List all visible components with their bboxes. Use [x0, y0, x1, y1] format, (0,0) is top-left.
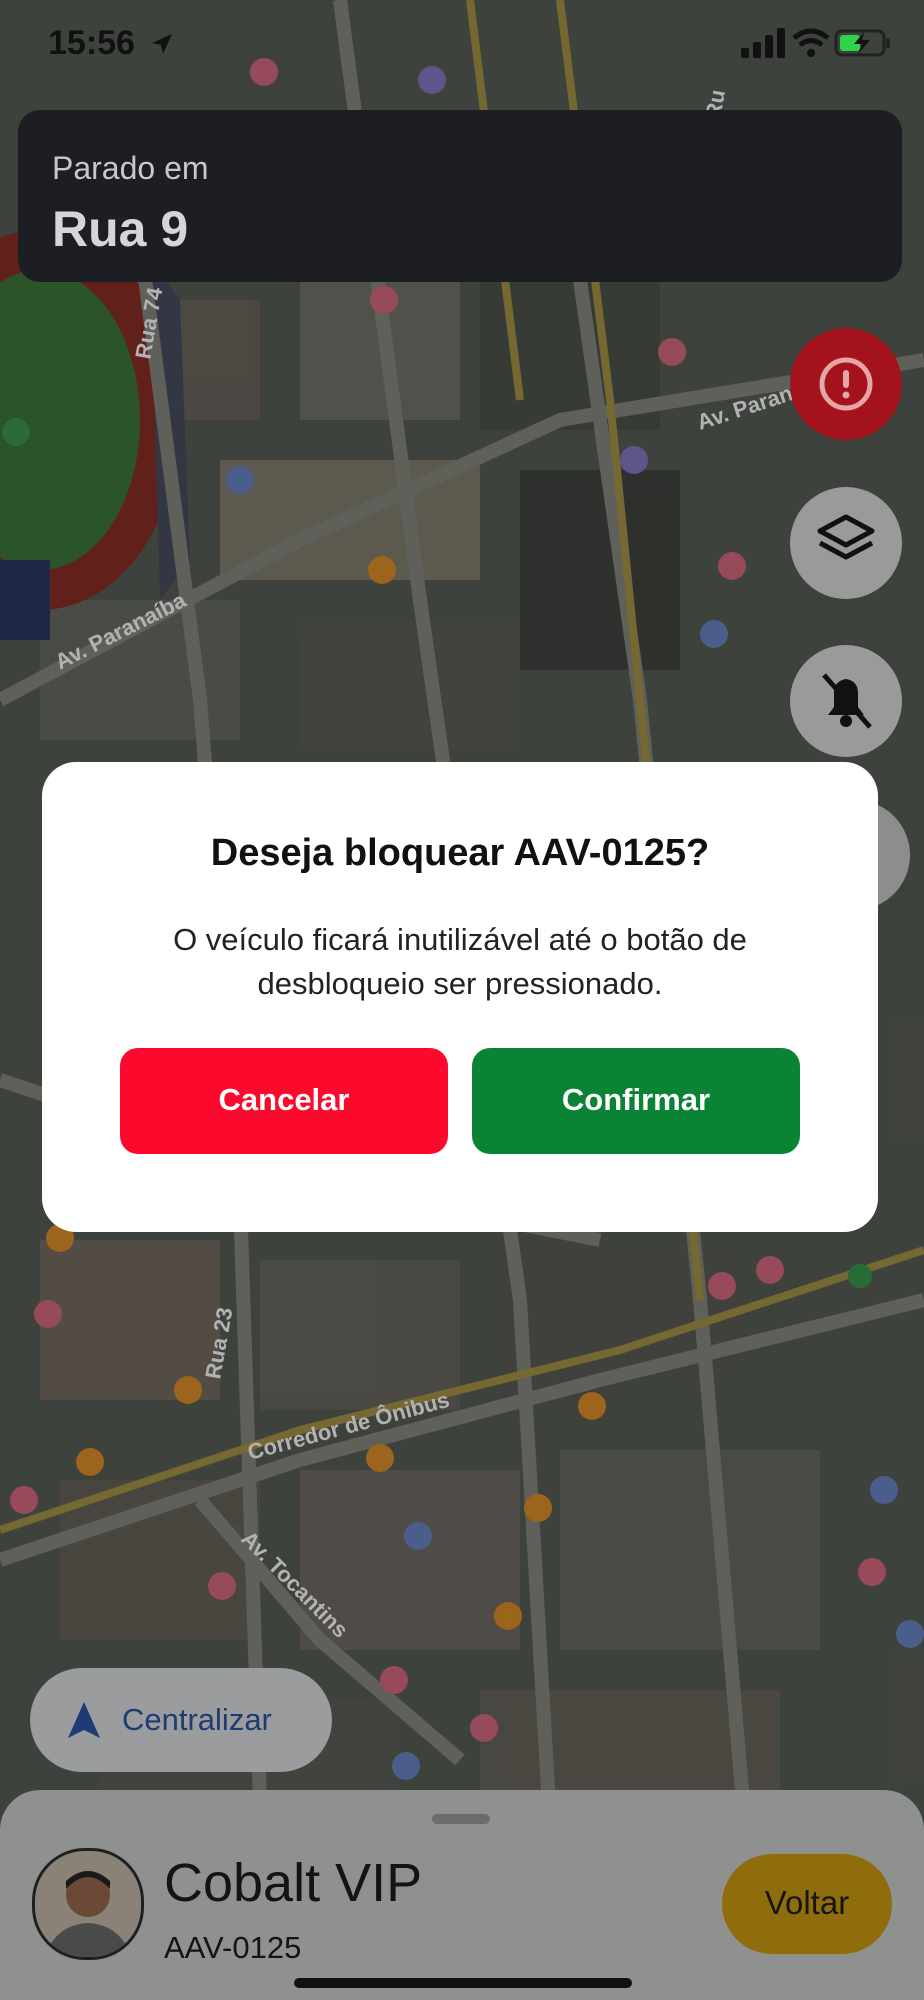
alert-button[interactable]: [790, 328, 902, 440]
center-map-button[interactable]: Centralizar: [30, 1668, 332, 1772]
location-card: Parado em Rua 9: [18, 110, 902, 282]
cancel-button[interactable]: Cancelar: [120, 1048, 448, 1154]
back-button[interactable]: Voltar: [722, 1854, 892, 1954]
home-indicator[interactable]: [294, 1978, 632, 1988]
cancel-button-label: Cancelar: [218, 1082, 350, 1117]
dialog-message: O veículo ficará inutilizável até o botã…: [173, 922, 747, 1001]
location-status-label: Parado em: [52, 150, 209, 186]
sheet-grabber[interactable]: [432, 1814, 490, 1824]
confirm-button[interactable]: Confirmar: [472, 1048, 800, 1154]
driver-avatar: [32, 1848, 144, 1960]
bell-slash-icon: [822, 673, 872, 729]
status-time: 15:56: [48, 24, 135, 62]
battery-charging-icon: [834, 29, 890, 57]
location-street: Rua 9: [52, 201, 189, 257]
layers-icon: [817, 514, 875, 560]
navigation-arrow-icon: [68, 1702, 100, 1738]
status-bar: 15:56: [0, 0, 924, 90]
vehicle-bottom-sheet[interactable]: Cobalt VIP AAV-0125 Voltar: [0, 1790, 924, 2000]
center-map-label: Centralizar: [122, 1702, 272, 1737]
signal-icon: [741, 28, 786, 58]
exclamation-circle-icon: [819, 357, 873, 411]
confirm-button-label: Confirmar: [561, 1082, 711, 1117]
status-icons: [741, 28, 894, 58]
wifi-icon: [791, 28, 830, 57]
mute-alerts-button[interactable]: [790, 645, 902, 757]
block-vehicle-dialog: Deseja bloquear AAV-0125? O veículo fica…: [42, 762, 878, 1232]
map-layers-button[interactable]: [790, 487, 902, 599]
back-button-label: Voltar: [764, 1884, 850, 1921]
dialog-title: Deseja bloquear AAV-0125?: [210, 832, 710, 874]
vehicle-plate: AAV-0125: [164, 1930, 302, 1965]
vehicle-name: Cobalt VIP: [164, 1853, 423, 1913]
location-arrow-icon: [152, 34, 172, 54]
